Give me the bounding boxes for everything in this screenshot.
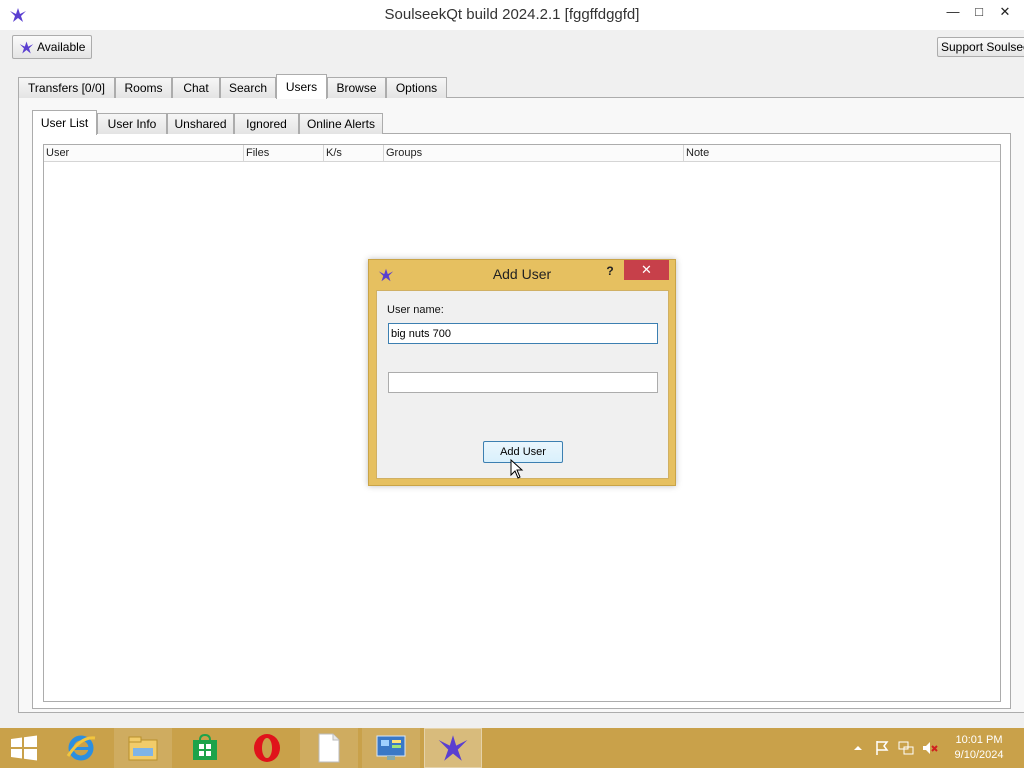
tab-search[interactable]: Search: [220, 77, 276, 98]
taskbar: 10:01 PM 9/10/2024: [0, 728, 1024, 768]
tab-user-info[interactable]: User Info: [97, 113, 167, 134]
taskbar-soulseek[interactable]: [424, 728, 482, 768]
column-header-speed[interactable]: K/s: [324, 145, 384, 162]
column-header-user[interactable]: User: [44, 145, 244, 162]
taskbar-opera[interactable]: [238, 728, 296, 768]
title-bar: SoulseekQt build 2024.2.1 [fggffdggfd] —…: [0, 0, 1024, 30]
status-button[interactable]: Available: [12, 35, 92, 59]
notepad-icon: [318, 733, 340, 763]
minimize-button[interactable]: —: [940, 2, 966, 24]
support-soulseek-button[interactable]: Support Soulseek: [937, 37, 1024, 57]
control-panel-icon: [376, 735, 406, 760]
volume-muted-icon[interactable]: [922, 740, 938, 756]
username-label: User name:: [387, 304, 444, 316]
column-header-note[interactable]: Note: [684, 145, 1000, 162]
clock-time: 10:01 PM: [955, 734, 1003, 746]
secondary-input[interactable]: [388, 372, 658, 393]
taskbar-notepad[interactable]: [300, 728, 358, 768]
window-title: SoulseekQt build 2024.2.1 [fggffdggfd]: [384, 6, 640, 23]
tab-user-list[interactable]: User List: [32, 110, 97, 135]
tab-online-alerts[interactable]: Online Alerts: [299, 113, 383, 134]
internet-explorer-icon: [66, 735, 96, 761]
store-icon: [193, 734, 217, 760]
close-window-button[interactable]: ✕: [992, 2, 1018, 24]
status-label: Available: [37, 40, 86, 54]
file-explorer-icon: [128, 736, 158, 761]
system-tray: [850, 728, 940, 768]
tab-options[interactable]: Options: [386, 77, 447, 98]
table-header: User Files K/s Groups Note: [44, 145, 1000, 162]
dialog-close-button[interactable]: ✕: [624, 260, 669, 280]
tab-browse[interactable]: Browse: [327, 77, 386, 98]
maximize-button[interactable]: □: [966, 2, 992, 24]
column-header-groups[interactable]: Groups: [384, 145, 684, 162]
opera-icon: [254, 734, 280, 762]
dialog-body: User name: Add User: [376, 290, 669, 479]
soulseek-icon: [438, 735, 468, 761]
column-header-files[interactable]: Files: [244, 145, 324, 162]
start-button[interactable]: [0, 728, 48, 768]
taskbar-file-explorer[interactable]: [114, 728, 172, 768]
mouse-cursor-icon: [510, 459, 524, 479]
clock-date: 9/10/2024: [954, 749, 1004, 761]
taskbar-control-panel[interactable]: [362, 728, 420, 768]
network-icon[interactable]: [898, 740, 914, 756]
toolbar: Available Support Soulseek: [0, 30, 1024, 64]
tab-users[interactable]: Users: [276, 74, 327, 99]
tab-ignored[interactable]: Ignored: [234, 113, 299, 134]
taskbar-internet-explorer[interactable]: [52, 728, 110, 768]
system-clock[interactable]: 10:01 PM 9/10/2024: [944, 733, 1014, 763]
show-hidden-icons-icon[interactable]: [850, 740, 866, 756]
help-button[interactable]: ?: [603, 263, 617, 279]
add-user-dialog: Add User ? ✕ User name: Add User: [368, 259, 676, 486]
tab-transfers[interactable]: Transfers [0/0]: [18, 77, 115, 98]
taskbar-store[interactable]: [176, 728, 234, 768]
start-icon: [11, 735, 37, 761]
action-center-flag-icon[interactable]: [874, 740, 890, 756]
tab-chat[interactable]: Chat: [172, 77, 220, 98]
username-input[interactable]: [388, 323, 658, 344]
soulseek-bird-icon: [19, 41, 34, 54]
tab-unshared[interactable]: Unshared: [167, 113, 234, 134]
tab-rooms[interactable]: Rooms: [115, 77, 172, 98]
